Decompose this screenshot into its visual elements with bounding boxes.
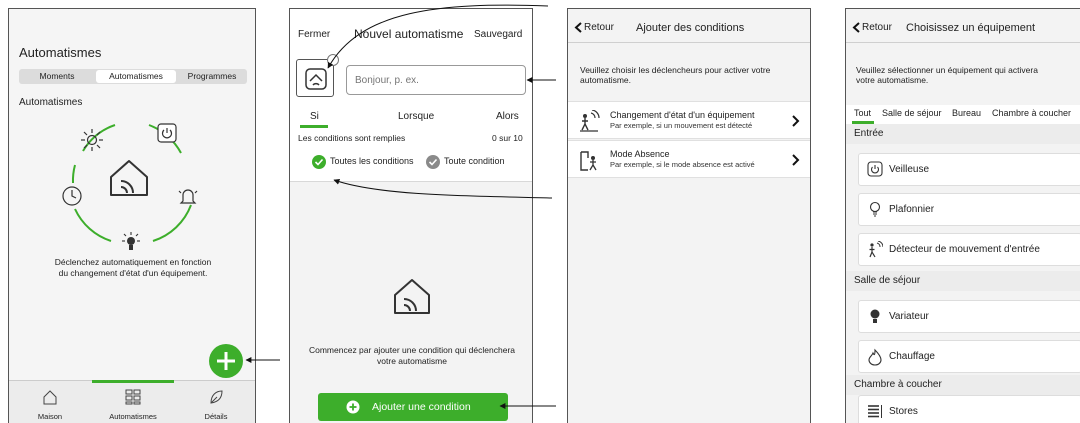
callout-arrows: [245, 4, 556, 409]
